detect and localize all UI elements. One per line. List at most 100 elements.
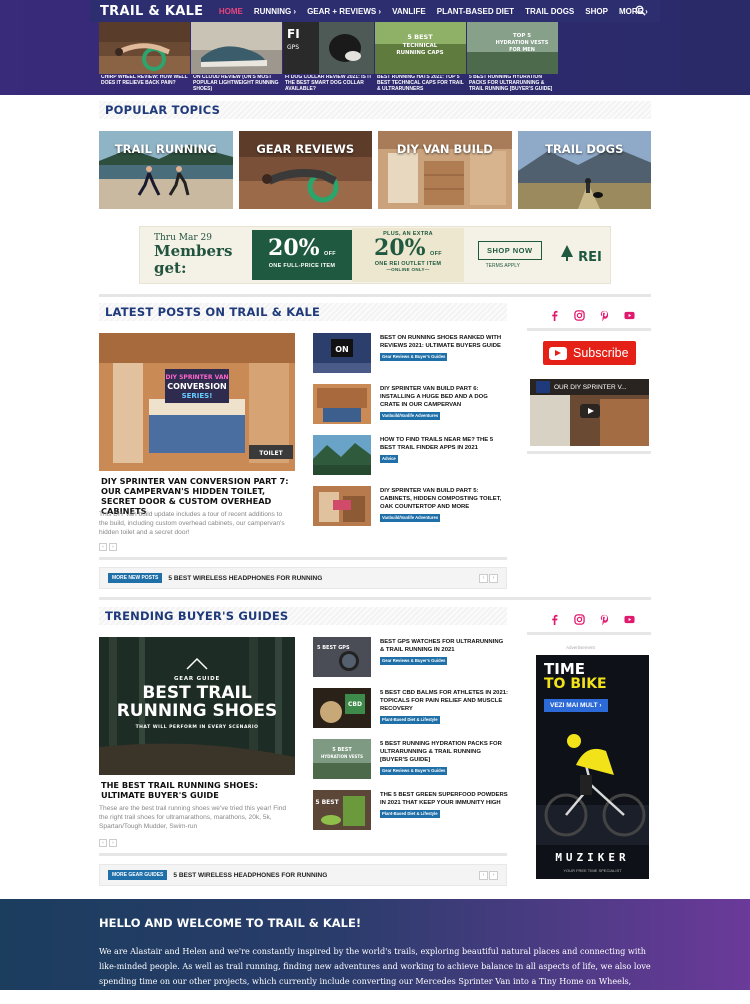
prev-page-button[interactable]: ‹	[99, 839, 107, 847]
latest-ticker: MORE NEW POSTS 5 BEST WIRELESS HEADPHONE…	[99, 567, 507, 589]
running-hats-thumbnail: 5 BEST TECHNICALRUNNING CAPS	[375, 22, 466, 74]
topic-trail-running[interactable]: TRAIL RUNNING	[99, 131, 233, 209]
youtube-icon[interactable]	[624, 614, 635, 625]
divider	[99, 597, 651, 600]
next-page-button[interactable]: ›	[109, 839, 117, 847]
svg-text:5 BEST: 5 BEST	[407, 33, 433, 41]
nav-home[interactable]: HOME	[213, 7, 248, 16]
ad-cta: SHOP NOW TERMS APPLY	[464, 241, 542, 269]
featured-image-line2: RUNNING SHOES	[116, 700, 278, 721]
strip-title: CHIRP WHEEL REVIEW: HOW WELL DOES IT REL…	[101, 75, 188, 86]
trending-ticker: MORE GEAR GUIDES 5 BEST WIRELESS HEADPHO…	[99, 864, 507, 886]
topic-label: TRAIL RUNNING	[114, 142, 217, 156]
category-tag[interactable]: Gear Reviews & Buyer's Guides	[380, 766, 448, 775]
trending-pager: ‹ ›	[99, 839, 117, 847]
list-item-text: BEST ON RUNNING SHOES RANKED WITH REVIEW…	[380, 335, 508, 362]
list-item[interactable]: 5 BEST HYDRATION VESTS 5 BEST RUNNING HYD…	[313, 739, 508, 781]
category-tag[interactable]: Advice	[380, 454, 398, 463]
rei-brand-text: REI	[578, 250, 602, 265]
trending-heading: TRENDING BUYER'S GUIDES	[105, 609, 289, 623]
ad-tagline: YOUR FREE TIME SPECIALIST	[563, 868, 622, 873]
latest-featured-image[interactable]: DIY SPRINTER VAN CONVERSION SERIES! TOILET	[99, 333, 295, 471]
facebook-icon[interactable]	[549, 310, 560, 321]
welcome-body: We are Alastair and Helen and we're cons…	[99, 946, 651, 1001]
list-item-text: BEST GPS WATCHES FOR ULTRARUNNING & TRAI…	[380, 639, 508, 666]
category-tag[interactable]: Plant-Based Diet & Lifestyle	[380, 715, 440, 724]
video-play-button[interactable]	[580, 404, 600, 418]
list-item[interactable]: DIY SPRINTER VAN BUILD PART 5: CABINETS,…	[313, 486, 508, 528]
latest-posts-heading: LATEST POSTS ON TRAIL & KALE	[105, 305, 321, 319]
next-page-button[interactable]: ›	[109, 543, 117, 551]
prev-page-button[interactable]: ‹	[99, 543, 107, 551]
category-tag[interactable]: Vanbuild/Vanlife Adventures	[380, 411, 441, 420]
svg-text:TOILET: TOILET	[259, 450, 283, 457]
search-icon[interactable]	[635, 5, 646, 16]
svg-text:ON: ON	[335, 345, 349, 354]
strip-item[interactable]: 5 BEST TECHNICAL RUNNING CAPS BEST RUNNING…	[375, 22, 466, 92]
svg-text:FOR MEN: FOR MEN	[509, 47, 535, 53]
strip-item[interactable]: ON CLOUD REVIEW (ON'S MOST POPULAR LIGHT…	[191, 22, 282, 92]
strip-item[interactable]: TOP 5 HYDRATION VESTS FOR MEN 5 BEST RUNNI…	[467, 22, 558, 92]
topic-label: GEAR REVIEWS	[256, 142, 355, 156]
facebook-icon[interactable]	[549, 614, 560, 625]
svg-text:HYDRATION VESTS: HYDRATION VESTS	[321, 754, 363, 759]
rei-ad-banner[interactable]: Thru Mar 29 Members get: 20% OFF ONE FUL…	[139, 226, 611, 284]
instagram-icon[interactable]	[574, 310, 585, 321]
nav-running[interactable]: RUNNING ›	[248, 7, 301, 16]
ad-cta-button[interactable]: VEZI MAI MULT ›	[544, 699, 608, 712]
category-tag[interactable]: Plant-Based Diet & Lifestyle	[380, 809, 440, 818]
ticker-next-button[interactable]: ›	[489, 871, 498, 880]
youtube-video-embed[interactable]: OUR DIY SPRINTER V...	[530, 379, 649, 446]
youtube-icon[interactable]	[624, 310, 635, 321]
list-item[interactable]: HOW TO FIND TRAILS NEAR ME? THE 5 BEST T…	[313, 435, 508, 477]
youtube-subscribe-button[interactable]: Subscribe	[543, 341, 636, 365]
topic-trail-dogs[interactable]: TRAIL DOGS	[517, 131, 651, 209]
ticker-next-button[interactable]: ›	[489, 574, 498, 583]
site-logo[interactable]: TRAIL & KALE	[90, 4, 213, 19]
pinterest-icon[interactable]	[599, 614, 610, 625]
ticker-badge[interactable]: MORE NEW POSTS	[108, 573, 163, 583]
topic-gear-reviews[interactable]: GEAR REVIEWS	[238, 131, 372, 209]
nav-plant-based-diet[interactable]: PLANT-BASED DIET	[431, 7, 519, 16]
ticker-text[interactable]: 5 BEST WIRELESS HEADPHONES FOR RUNNING	[168, 575, 322, 582]
category-tag[interactable]: Gear Reviews & Buyer's Guides	[380, 656, 448, 665]
muziker-sidebar-ad[interactable]: TIME TO BIKE VEZI MAI MULT › MUZIKER YOU…	[536, 655, 649, 879]
list-thumbnail: 5 BESTHYDRATION VESTS	[313, 739, 371, 779]
ticker-badge[interactable]: MORE GEAR GUIDES	[108, 870, 168, 880]
ad-members: Members get:	[154, 242, 233, 277]
list-item[interactable]: DIY SPRINTER VAN BUILD PART 6: INSTALLIN…	[313, 384, 508, 426]
instagram-icon[interactable]	[574, 614, 585, 625]
nav-shop[interactable]: SHOP	[580, 7, 614, 16]
ticker-prev-button[interactable]: ‹	[479, 871, 488, 880]
pinterest-icon[interactable]	[599, 310, 610, 321]
strip-title: FI DOG COLLAR REVIEW 2021: IS IT THE BES…	[285, 75, 372, 91]
nav-vanlife[interactable]: VANLIFE	[387, 7, 432, 16]
strip-title: BEST RUNNING HATS 2021: TOP 5 BEST TECHN…	[377, 75, 464, 91]
strip-item[interactable]: FI GPS FI DOG COLLAR REVIEW 2021: IS IT T…	[283, 22, 374, 92]
ad-pct-1: 20%	[268, 235, 320, 261]
ticker-text[interactable]: 5 BEST WIRELESS HEADPHONES FOR RUNNING	[173, 872, 327, 879]
ad-shop-now-button[interactable]: SHOP NOW	[478, 241, 542, 260]
list-title: DIY SPRINTER VAN BUILD PART 5: CABINETS,…	[380, 488, 502, 510]
divider	[99, 853, 507, 856]
trending-featured-image[interactable]: GEAR GUIDE BEST TRAIL RUNNING SHOES THAT…	[99, 637, 295, 775]
list-item[interactable]: ON BEST ON RUNNING SHOES RANKED WITH REV…	[313, 333, 508, 375]
svg-text:TECHNICAL: TECHNICAL	[403, 43, 438, 49]
list-item-text: THE 5 BEST GREEN SUPERFOOD POWDERS IN 20…	[380, 792, 508, 819]
nav-gear-reviews[interactable]: GEAR + REVIEWS ›	[302, 7, 387, 16]
welcome-section: HELLO AND WELCOME TO TRAIL & KALE! We ar…	[0, 899, 750, 1001]
nav-more[interactable]: MORE ›	[613, 7, 653, 16]
list-item[interactable]: 5 BEST GPS BEST GPS WATCHES FOR ULTRARUN…	[313, 637, 508, 679]
list-title: DIY SPRINTER VAN BUILD PART 6: INSTALLIN…	[380, 386, 488, 408]
topic-diy-van-build[interactable]: DIY VAN BUILD	[378, 131, 512, 209]
list-item[interactable]: 5 BEST THE 5 BEST GREEN SUPERFOOD POWDER…	[313, 790, 508, 832]
list-thumbnail	[313, 435, 371, 475]
strip-item[interactable]: CHIRP WHEEL REVIEW: HOW WELL DOES IT REL…	[99, 22, 190, 92]
trending-featured-title[interactable]: THE BEST TRAIL RUNNING SHOES: ULTIMATE B…	[101, 780, 295, 801]
ticker-prev-button[interactable]: ‹	[479, 574, 488, 583]
category-tag[interactable]: Vanbuild/Vanlife Adventures	[380, 513, 441, 522]
nav-trail-dogs[interactable]: TRAIL DOGS	[520, 7, 580, 16]
list-item[interactable]: CBD 5 BEST CBD BALMS FOR ATHLETES IN 202…	[313, 688, 508, 730]
list-item-text: HOW TO FIND TRAILS NEAR ME? THE 5 BEST T…	[380, 437, 508, 464]
category-tag[interactable]: Gear Reviews & Buyer's Guides	[380, 352, 448, 361]
